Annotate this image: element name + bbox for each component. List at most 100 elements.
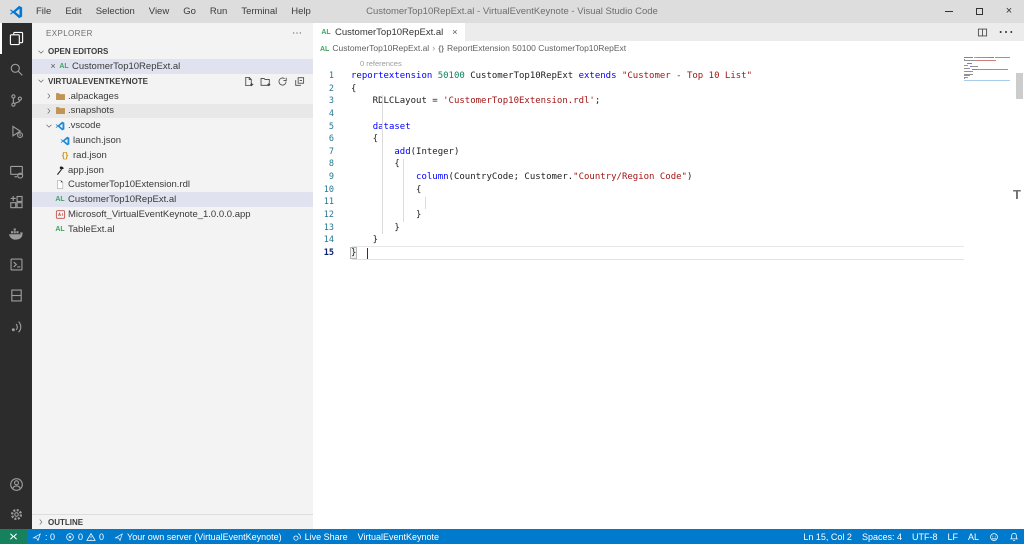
- status-eol[interactable]: LF: [942, 529, 963, 544]
- minimap-seg: [976, 69, 993, 71]
- activitybar-remote-explorer[interactable]: [0, 156, 32, 187]
- split-editor-icon[interactable]: [977, 27, 988, 38]
- indent-guide: [425, 196, 427, 210]
- tree-item--vscode[interactable]: .vscode: [32, 118, 313, 133]
- activitybar-extensions[interactable]: [0, 187, 32, 218]
- code-line-11[interactable]: 11: [313, 196, 1024, 209]
- status-remote-indicator[interactable]: [0, 529, 27, 544]
- breadcrumb-item[interactable]: ReportExtension 50100 CustomerTop10RepEx…: [447, 43, 626, 53]
- editor-scrollbar[interactable]: [1016, 73, 1023, 99]
- minimap[interactable]: [964, 57, 1010, 97]
- activitybar-search[interactable]: [0, 54, 32, 85]
- token: (Integer): [410, 146, 460, 157]
- code-line-14[interactable]: 14 }: [313, 234, 1024, 247]
- tree-item-customertop10extension-rdl[interactable]: CustomerTop10Extension.rdl: [32, 178, 313, 193]
- menu-terminal[interactable]: Terminal: [234, 0, 284, 23]
- activitybar-broadcast[interactable]: [0, 311, 32, 342]
- more-icon[interactable]: ⋯: [998, 22, 1015, 42]
- more-icon[interactable]: ⋯: [292, 28, 303, 39]
- activitybar-separator: [0, 147, 32, 156]
- code-editor[interactable]: 0 references 1 reportextension 50100 Cust…: [313, 55, 1024, 529]
- sidebar-title: EXPLORER: [46, 29, 93, 38]
- status-live-share[interactable]: Live Share: [287, 529, 353, 544]
- code-line-8[interactable]: 8 {: [313, 158, 1024, 171]
- code-line-13[interactable]: 13 }: [313, 222, 1024, 235]
- close-icon[interactable]: ×: [48, 61, 58, 71]
- status-language-mode[interactable]: AL: [963, 529, 984, 544]
- window-title: CustomerTop10RepExt.al - VirtualEventKey…: [366, 6, 658, 17]
- maximize-button[interactable]: [964, 0, 994, 23]
- open-editors-header[interactable]: OPEN EDITORS: [32, 44, 313, 59]
- explorer-sidebar: EXPLORER ⋯ OPEN EDITORS × AL CustomerTop10…: [32, 23, 313, 529]
- project-header[interactable]: VIRTUALEVENTKEYNOTE: [32, 74, 313, 89]
- status-feedback[interactable]: [984, 529, 1004, 544]
- status-indentation[interactable]: Spaces: 4: [857, 529, 907, 544]
- activitybar-accounts[interactable]: [0, 469, 32, 499]
- tree-item-launch-json[interactable]: launch.json: [32, 133, 313, 148]
- outline-header[interactable]: OUTLINE: [32, 514, 313, 529]
- open-editor-item[interactable]: × AL CustomerTop10RepExt.al: [32, 59, 313, 74]
- tree-item-rad-json[interactable]: {} rad.json: [32, 148, 313, 163]
- token: }: [351, 222, 400, 233]
- tree-item--alpackages[interactable]: .alpackages: [32, 89, 313, 104]
- status-text: Spaces: 4: [861, 531, 902, 542]
- menu-edit[interactable]: Edit: [58, 0, 88, 23]
- status-problems[interactable]: 00: [60, 529, 109, 544]
- code-line-4[interactable]: 4: [313, 108, 1024, 121]
- status-project-name[interactable]: VirtualEventKeynote: [353, 529, 444, 544]
- minimap-seg: [964, 57, 974, 59]
- folder-icon: [54, 105, 66, 116]
- menu-file[interactable]: File: [29, 0, 58, 23]
- menu-run[interactable]: Run: [203, 0, 234, 23]
- tab-customertop10repext[interactable]: AL CustomerTop10RepExt.al ×: [313, 23, 465, 41]
- menu-view[interactable]: View: [142, 0, 176, 23]
- new-file-icon[interactable]: [243, 76, 254, 87]
- tree-item-microsoft-virtualeventkeynote-1-0-0-0-app[interactable]: Microsoft_VirtualEventKeynote_1.0.0.0.ap…: [32, 207, 313, 222]
- al-file-icon: AL: [59, 62, 69, 70]
- status-al-server[interactable]: Your own server (VirtualEventKeynote): [109, 529, 287, 544]
- menu-selection[interactable]: Selection: [89, 0, 142, 23]
- editor-actions: ⋯: [977, 23, 1024, 41]
- status-cursor-position[interactable]: Ln 15, Col 2: [798, 529, 857, 544]
- code-line-7[interactable]: 7 add(Integer): [313, 146, 1024, 159]
- status-encoding[interactable]: UTF-8: [907, 529, 943, 544]
- code-line-10[interactable]: 10 {: [313, 184, 1024, 197]
- status-rad-counter[interactable]: : 0: [27, 529, 60, 544]
- tree-item-customertop10repext-al[interactable]: AL CustomerTop10RepExt.al: [32, 192, 313, 208]
- activitybar-settings[interactable]: [0, 499, 32, 529]
- activitybar-source-control[interactable]: [0, 85, 32, 116]
- refresh-icon[interactable]: [277, 76, 288, 87]
- remote-icon: [8, 531, 19, 542]
- error-circle-icon: [65, 532, 75, 542]
- new-folder-icon[interactable]: [260, 76, 271, 87]
- activitybar-explorer[interactable]: [0, 23, 32, 54]
- close-button[interactable]: ×: [994, 0, 1024, 23]
- minimize-button[interactable]: [934, 0, 964, 23]
- line-number: 8: [328, 159, 334, 170]
- line-number: 7: [328, 146, 334, 157]
- activitybar-run-debug[interactable]: [0, 116, 32, 147]
- menu-go[interactable]: Go: [176, 0, 203, 23]
- code-text: column(CountryCode; Customer."Country/Re…: [351, 171, 692, 184]
- code-line-2[interactable]: 2{: [313, 83, 1024, 96]
- code-line-9[interactable]: 9 column(CountryCode; Customer."Country/…: [313, 171, 1024, 184]
- gear-icon: [9, 507, 24, 522]
- activitybar-storage[interactable]: [0, 280, 32, 311]
- status-notifications[interactable]: [1004, 529, 1024, 544]
- code-line-1[interactable]: 1 reportextension 50100 CustomerTop10RepE…: [313, 70, 1024, 83]
- codelens-references[interactable]: 0 references: [313, 57, 1024, 70]
- close-icon[interactable]: ×: [452, 27, 457, 37]
- activitybar-remote-terminal[interactable]: [0, 249, 32, 280]
- tree-item-app-json[interactable]: app.json: [32, 163, 313, 178]
- tree-item--snapshots[interactable]: .snapshots: [32, 103, 313, 119]
- code-line-15[interactable]: 15}: [313, 246, 1024, 260]
- activitybar-docker[interactable]: [0, 218, 32, 249]
- tree-item-tableext-al[interactable]: AL TableExt.al: [32, 222, 313, 237]
- code-line-3[interactable]: 3 RDLCLayout = 'CustomerTop10Extension.r…: [313, 95, 1024, 108]
- breadcrumb-item[interactable]: CustomerTop10RepExt.al: [332, 43, 429, 53]
- code-line-6[interactable]: 6 {: [313, 133, 1024, 146]
- code-line-5[interactable]: 5 dataset: [313, 121, 1024, 134]
- code-line-12[interactable]: 12 }: [313, 209, 1024, 222]
- collapse-all-icon[interactable]: [294, 76, 305, 87]
- menu-help[interactable]: Help: [284, 0, 318, 23]
